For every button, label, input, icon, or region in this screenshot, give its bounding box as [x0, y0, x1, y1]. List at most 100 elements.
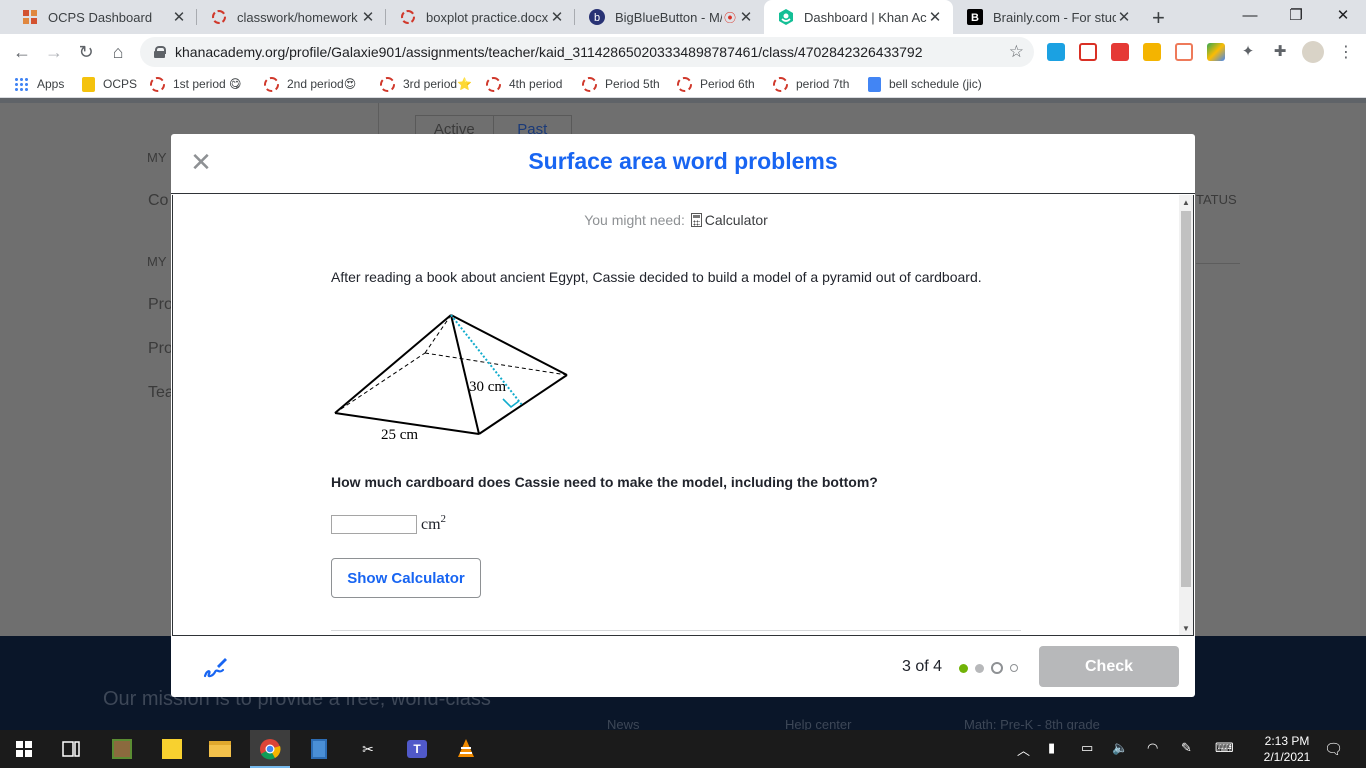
wifi-icon[interactable]: ◠ — [1147, 740, 1158, 756]
answer-input[interactable] — [331, 515, 417, 534]
google-drive-icon[interactable] — [1207, 43, 1225, 61]
extension-red-icon[interactable] — [1111, 43, 1129, 61]
extension-cloud-icon[interactable] — [1047, 43, 1065, 61]
bookmark-ocps[interactable]: OCPS — [82, 75, 137, 93]
base-edge-label: 25 cm — [381, 427, 418, 443]
kaizena-icon — [211, 9, 227, 25]
browser-tab[interactable]: boxplot practice.docx: M ✕ — [386, 0, 575, 34]
address-bar[interactable]: khanacademy.org/profile/Galaxie901/assig… — [140, 37, 1034, 67]
table-divider — [1196, 263, 1240, 264]
bookmark-label: 4th period — [509, 77, 563, 91]
check-button[interactable]: Check — [1039, 646, 1179, 687]
problem-text: After reading a book about ancient Egypt… — [331, 269, 982, 285]
bookmark-label: bell schedule (jic) — [889, 77, 982, 91]
sticky-notes-icon[interactable] — [160, 737, 184, 761]
forward-icon[interactable]: → — [42, 40, 66, 64]
bookmark-4th-period[interactable]: 4th period — [486, 75, 562, 93]
kaizena-icon — [773, 76, 788, 92]
sidebar-heading: MY — [147, 150, 167, 165]
close-tab-icon[interactable]: ✕ — [927, 8, 943, 26]
tools-needed: You might need: Calculator — [173, 212, 1179, 228]
reload-icon[interactable]: ↻ — [74, 40, 98, 64]
clock-time: 2:13 PM — [1264, 734, 1310, 748]
scroll-down-icon[interactable]: ▼ — [1179, 621, 1193, 635]
menu-kebab-icon[interactable]: ⋮ — [1334, 40, 1358, 64]
volume-icon[interactable]: 🔈 — [1112, 740, 1128, 756]
pen-icon[interactable]: ✎ — [1181, 740, 1192, 756]
browser-tab[interactable]: B Brainly.com - For studen ✕ — [953, 0, 1142, 34]
khan-icon — [778, 9, 794, 25]
profile-avatar[interactable] — [1302, 41, 1324, 63]
vlc-icon[interactable] — [454, 737, 478, 761]
system-clock[interactable]: 2:13 PM 2/1/2021 — [1256, 733, 1318, 765]
sidebar-item: Co — [148, 192, 169, 209]
extension-bird-icon[interactable]: ✦ — [1239, 43, 1257, 61]
clock-date: 2/1/2021 — [1263, 750, 1311, 764]
scroll-up-icon[interactable]: ▲ — [1179, 195, 1193, 209]
tray-app-icon[interactable]: ▮ — [1048, 740, 1055, 756]
modal-scrollbar[interactable]: ▲ ▼ — [1179, 195, 1193, 635]
minecraft-icon[interactable] — [110, 737, 134, 761]
close-tab-icon[interactable]: ✕ — [1116, 8, 1132, 26]
extensions-puzzle-icon[interactable]: ✚ — [1271, 43, 1289, 61]
bigbluebutton-icon: b — [589, 9, 605, 25]
chrome-icon[interactable] — [258, 737, 282, 761]
close-tab-icon[interactable]: ✕ — [171, 8, 187, 26]
bookmark-apps[interactable]: Apps — [14, 75, 64, 93]
close-tab-icon[interactable]: ✕ — [738, 8, 754, 26]
sidebar-item: Pro — [148, 340, 173, 357]
file-explorer-icon[interactable] — [208, 737, 232, 761]
battery-icon[interactable]: ▭ — [1081, 740, 1093, 756]
windows-start-icon[interactable] — [12, 737, 36, 761]
restore-icon[interactable]: ❐ — [1273, 0, 1319, 30]
lock-icon — [154, 46, 166, 58]
kaizena-icon — [380, 76, 395, 92]
bookmark-label: period 7th — [796, 77, 850, 91]
bookmark-period-7th[interactable]: period 7th — [773, 75, 849, 93]
bookmark-label: 1st period 😋 — [173, 77, 242, 91]
new-tab-icon[interactable]: + — [1152, 5, 1165, 31]
minimize-icon[interactable]: — — [1227, 0, 1273, 30]
extension-arrow-icon[interactable] — [1175, 43, 1193, 61]
tab-title: classwork/homework 2/ — [237, 9, 360, 25]
exercise-title: Surface area word problems — [528, 148, 838, 174]
progress-dots — [959, 662, 1025, 674]
snipping-tool-icon[interactable]: ✂ — [356, 737, 380, 761]
folder-icon — [82, 76, 95, 92]
bookmark-3rd-period[interactable]: 3rd period⭐ — [380, 75, 472, 93]
status-column-header: TATUS — [1196, 192, 1237, 207]
browser-tab[interactable]: b BigBlueButton - M/ ⦿ ✕ — [575, 0, 764, 34]
content-divider — [331, 630, 1021, 631]
show-hidden-icons-icon[interactable]: ︿ — [1017, 740, 1030, 759]
notifications-icon[interactable]: 🗨 — [1324, 740, 1343, 758]
task-view-icon[interactable] — [59, 737, 83, 761]
browser-tab-strip: OCPS Dashboard ✕ classwork/homework 2/ ✕… — [0, 0, 1366, 34]
bookmark-label: OCPS — [103, 77, 138, 91]
close-tab-icon[interactable]: ✕ — [549, 8, 565, 26]
close-window-icon[interactable]: ✕ — [1320, 0, 1366, 30]
bookmark-period-5th[interactable]: Period 5th — [582, 75, 660, 93]
browser-tab[interactable]: OCPS Dashboard ✕ — [8, 0, 197, 34]
gmail-icon[interactable] — [1079, 43, 1097, 61]
bookmark-1st-period[interactable]: 1st period 😋 — [150, 75, 242, 93]
browser-tab-active[interactable]: Dashboard | Khan Acad ✕ — [764, 0, 953, 34]
show-calculator-button[interactable]: Show Calculator — [331, 558, 481, 598]
svg-text:b: b — [594, 12, 600, 24]
extension-shield-icon[interactable] — [1143, 43, 1161, 61]
bookmark-2nd-period[interactable]: 2nd period😍 — [264, 75, 356, 93]
kaizena-icon — [582, 76, 597, 92]
sidebar-item: Tea — [148, 384, 174, 401]
close-tab-icon[interactable]: ✕ — [360, 8, 376, 26]
bookmark-bell-schedule[interactable]: bell schedule (jic) — [868, 75, 982, 93]
home-icon[interactable]: ⌂ — [106, 40, 130, 64]
scrollbar-thumb[interactable] — [1181, 211, 1191, 587]
bookmark-period-6th[interactable]: Period 6th — [677, 75, 755, 93]
browser-tab[interactable]: classwork/homework 2/ ✕ — [197, 0, 386, 34]
bookmark-star-icon[interactable]: ☆ — [1009, 42, 1024, 62]
back-icon[interactable]: ← — [10, 40, 34, 64]
calculator-app-icon[interactable] — [307, 737, 331, 761]
teams-icon[interactable]: T — [405, 737, 429, 761]
scratchpad-pencil-icon[interactable] — [201, 654, 229, 682]
svg-text:B: B — [971, 12, 979, 24]
keyboard-icon[interactable]: ⌨ — [1215, 740, 1234, 756]
